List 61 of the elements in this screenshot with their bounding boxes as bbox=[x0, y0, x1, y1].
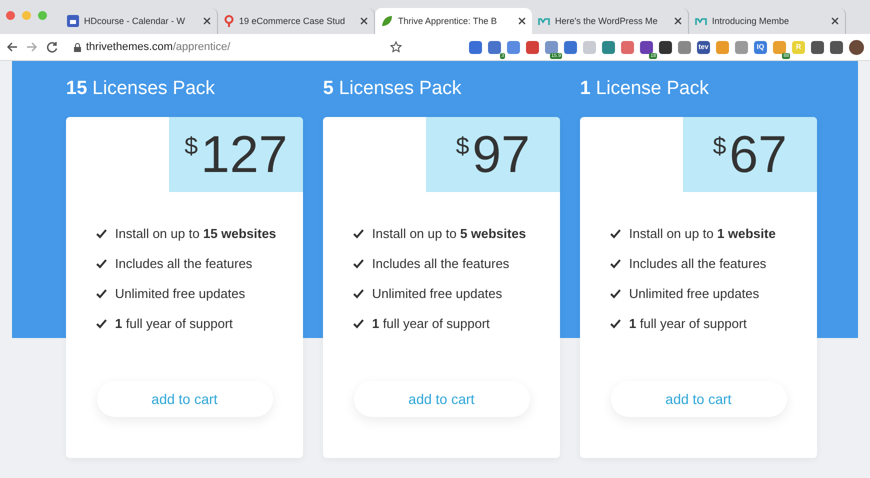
feature-text: Includes all the features bbox=[115, 256, 252, 271]
m-logo-icon bbox=[538, 17, 550, 25]
star-icon[interactable] bbox=[390, 41, 402, 53]
address-field[interactable]: thrivethemes.com/apprentice/ bbox=[66, 37, 382, 57]
feature-text: Unlimited free updates bbox=[372, 286, 502, 301]
price: 127 bbox=[200, 124, 288, 184]
extension-icon[interactable] bbox=[830, 40, 843, 54]
browser-tab[interactable]: Thrive Apprentice: The B bbox=[375, 8, 532, 34]
feature-text: Includes all the features bbox=[629, 256, 766, 271]
pack-title: 15 Licenses Pack bbox=[66, 77, 216, 101]
extension-icon[interactable] bbox=[811, 40, 824, 54]
reload-icon[interactable] bbox=[46, 41, 58, 53]
location-pin-icon bbox=[224, 15, 234, 27]
feature-text: Install on up to 5 websites bbox=[372, 226, 526, 241]
tab-title: Thrive Apprentice: The B bbox=[398, 16, 497, 26]
tab-title: Here's the WordPress Me bbox=[555, 16, 658, 26]
check-icon bbox=[96, 318, 107, 328]
feature-text: Unlimited free updates bbox=[115, 286, 246, 301]
check-icon bbox=[353, 318, 364, 328]
feature-text: 1 full year of support bbox=[115, 316, 233, 331]
close-icon[interactable] bbox=[831, 17, 839, 25]
currency-symbol: $ bbox=[184, 133, 198, 161]
close-icon[interactable] bbox=[203, 17, 211, 25]
feature-text: Install on up to 15 websites bbox=[115, 226, 276, 241]
tab-title: Introducing Membe bbox=[712, 16, 790, 26]
close-icon[interactable] bbox=[674, 17, 682, 25]
check-icon bbox=[610, 288, 621, 298]
check-icon bbox=[610, 258, 621, 268]
pack-title: 5 Licenses Pack bbox=[323, 77, 462, 101]
check-icon bbox=[610, 228, 621, 238]
feature-text: Install on up to 1 website bbox=[629, 226, 776, 241]
feature-text: 1 full year of support bbox=[629, 316, 747, 331]
profile-avatar[interactable] bbox=[849, 40, 864, 54]
back-icon[interactable] bbox=[6, 41, 18, 53]
lock-icon bbox=[74, 42, 81, 52]
price: 97 bbox=[472, 124, 530, 184]
close-icon[interactable] bbox=[518, 17, 526, 25]
feature-text: 1 full year of support bbox=[372, 316, 490, 331]
check-icon bbox=[353, 258, 364, 268]
price: 67 bbox=[729, 124, 788, 184]
url-text: thrivethemes.com/apprentice/ bbox=[86, 41, 230, 53]
extension-icon[interactable] bbox=[640, 40, 653, 54]
pack-title: 1 License Pack bbox=[580, 77, 710, 101]
check-icon bbox=[353, 228, 364, 238]
feature-text: Unlimited free updates bbox=[629, 286, 760, 301]
check-icon bbox=[353, 288, 364, 298]
close-window-button[interactable] bbox=[6, 11, 15, 20]
calendar-icon bbox=[67, 15, 79, 27]
tab-title: 19 eCommerce Case Stud bbox=[239, 16, 346, 26]
check-icon bbox=[610, 318, 621, 328]
currency-symbol: $ bbox=[712, 133, 726, 161]
check-icon bbox=[96, 288, 107, 298]
close-icon[interactable] bbox=[360, 17, 368, 25]
check-icon bbox=[96, 258, 107, 268]
tab-title: HDcourse - Calendar - W bbox=[84, 16, 186, 26]
m-logo-icon bbox=[695, 17, 707, 25]
feature-text: Includes all the features bbox=[372, 256, 510, 271]
leaf-icon bbox=[381, 15, 393, 27]
currency-symbol: $ bbox=[456, 133, 470, 161]
check-icon bbox=[96, 228, 107, 238]
extension-icon[interactable] bbox=[659, 40, 672, 54]
